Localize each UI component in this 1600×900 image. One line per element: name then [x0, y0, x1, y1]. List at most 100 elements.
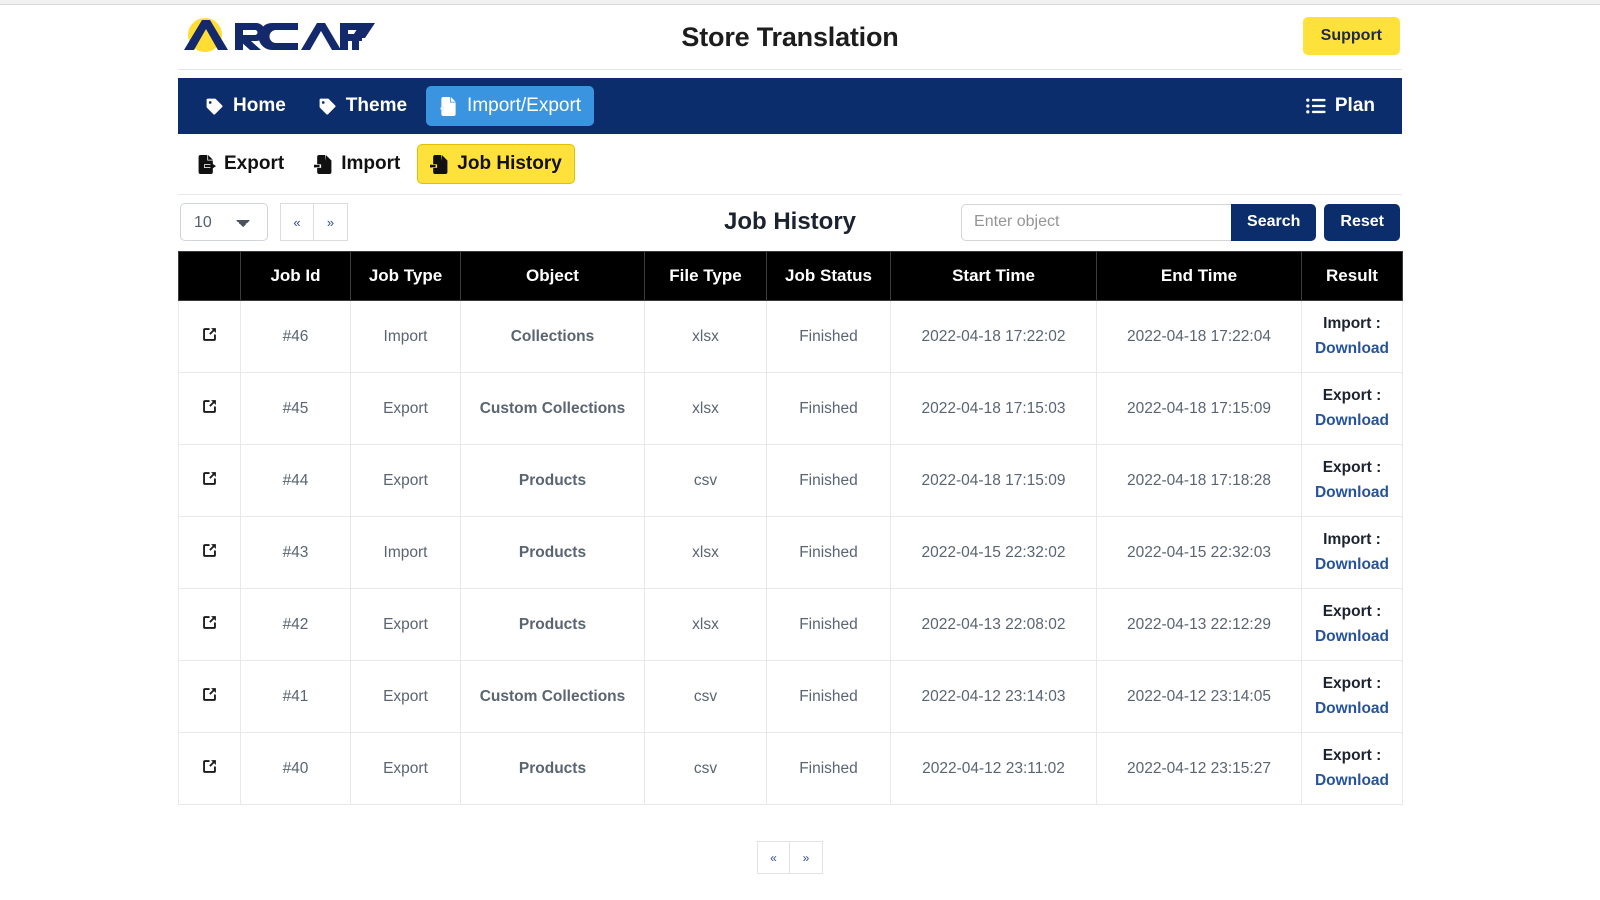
download-link[interactable]: Download — [1306, 481, 1398, 505]
col-job-type: Job Type — [351, 252, 461, 301]
table-row: #46ImportCollectionsxlsxFinished2022-04-… — [179, 301, 1403, 373]
download-link[interactable]: Download — [1306, 409, 1398, 433]
cell-end-time: 2022-04-18 17:22:04 — [1097, 301, 1302, 373]
cell-result: Import :Download — [1302, 301, 1403, 373]
main-nav-left: Home Theme — [192, 86, 594, 126]
cell-job-id: #43 — [241, 517, 351, 589]
cell-job-status: Finished — [767, 517, 891, 589]
cell-start-time: 2022-04-15 22:32:02 — [891, 517, 1097, 589]
external-link-icon[interactable] — [201, 398, 218, 420]
list-icon — [1306, 97, 1326, 115]
col-file-type: File Type — [645, 252, 767, 301]
tab-import[interactable]: Import — [301, 144, 413, 184]
result-label: Import : — [1306, 312, 1398, 336]
download-link[interactable]: Download — [1306, 697, 1398, 721]
col-end-time: End Time — [1097, 252, 1302, 301]
search-button[interactable]: Search — [1231, 204, 1316, 241]
file-import-icon — [430, 154, 449, 175]
cell-result: Export :Download — [1302, 445, 1403, 517]
cell-job-status: Finished — [767, 661, 891, 733]
top-pagination: « » — [280, 203, 348, 241]
per-page-select[interactable]: 10 — [180, 203, 268, 241]
cell-file-type: xlsx — [645, 517, 767, 589]
cell-result: Export :Download — [1302, 733, 1403, 805]
table-header-row: Job Id Job Type Object File Type Job Sta… — [179, 252, 1403, 301]
table-row: #42ExportProductsxlsxFinished2022-04-13 … — [179, 589, 1403, 661]
arcafy-logo[interactable] — [180, 14, 376, 60]
row-open-cell[interactable] — [179, 661, 241, 733]
cell-job-status: Finished — [767, 733, 891, 805]
bottom-next-page-button[interactable]: » — [790, 841, 823, 874]
table-header: Job Id Job Type Object File Type Job Sta… — [179, 252, 1403, 301]
external-link-icon[interactable] — [201, 542, 218, 564]
cell-job-status: Finished — [767, 373, 891, 445]
cell-end-time: 2022-04-18 17:15:09 — [1097, 373, 1302, 445]
app-content: Store Translation Support Home — [178, 5, 1402, 900]
result-label: Export : — [1306, 384, 1398, 408]
nav-item-plan-label: Plan — [1335, 95, 1375, 117]
search-input[interactable] — [961, 204, 1231, 241]
row-open-cell[interactable] — [179, 301, 241, 373]
nav-item-home[interactable]: Home — [192, 86, 299, 126]
col-object: Object — [461, 252, 645, 301]
nav-item-plan[interactable]: Plan — [1293, 86, 1388, 126]
cell-file-type: csv — [645, 733, 767, 805]
cell-start-time: 2022-04-12 23:14:03 — [891, 661, 1097, 733]
table-row: #41ExportCustom CollectionscsvFinished20… — [179, 661, 1403, 733]
cell-start-time: 2022-04-18 17:15:03 — [891, 373, 1097, 445]
tab-import-label: Import — [341, 153, 400, 175]
nav-item-home-label: Home — [233, 95, 286, 117]
bottom-pagination: « » — [178, 841, 1402, 874]
external-link-icon[interactable] — [201, 758, 218, 780]
top-next-page-button[interactable]: » — [314, 203, 348, 241]
cell-job-id: #44 — [241, 445, 351, 517]
download-link[interactable]: Download — [1306, 337, 1398, 361]
cell-object: Products — [461, 589, 645, 661]
file-import-icon — [439, 96, 458, 117]
table-row: #43ImportProductsxlsxFinished2022-04-15 … — [179, 517, 1403, 589]
col-result: Result — [1302, 252, 1403, 301]
nav-item-theme-label: Theme — [346, 95, 407, 117]
cell-object: Products — [461, 445, 645, 517]
cell-start-time: 2022-04-18 17:22:02 — [891, 301, 1097, 373]
bottom-prev-page-button[interactable]: « — [757, 841, 790, 874]
download-link[interactable]: Download — [1306, 769, 1398, 793]
main-nav-right: Plan — [1293, 86, 1388, 126]
cell-job-type: Export — [351, 733, 461, 805]
subtab-bar: Export Import — [178, 134, 1402, 195]
cell-job-type: Export — [351, 445, 461, 517]
cell-result: Export :Download — [1302, 661, 1403, 733]
cell-end-time: 2022-04-12 23:14:05 — [1097, 661, 1302, 733]
cell-job-id: #40 — [241, 733, 351, 805]
row-open-cell[interactable] — [179, 517, 241, 589]
tab-export[interactable]: Export — [184, 144, 297, 184]
support-button[interactable]: Support — [1303, 17, 1400, 55]
cell-file-type: xlsx — [645, 589, 767, 661]
cell-file-type: csv — [645, 661, 767, 733]
row-open-cell[interactable] — [179, 589, 241, 661]
row-open-cell[interactable] — [179, 733, 241, 805]
job-history-table: Job Id Job Type Object File Type Job Sta… — [178, 251, 1403, 805]
nav-item-theme[interactable]: Theme — [305, 86, 420, 126]
external-link-icon[interactable] — [201, 614, 218, 636]
search-group: Search Reset — [961, 204, 1400, 241]
nav-item-import-export-label: Import/Export — [467, 95, 581, 117]
top-prev-page-button[interactable]: « — [280, 203, 314, 241]
download-link[interactable]: Download — [1306, 553, 1398, 577]
external-link-icon[interactable] — [201, 326, 218, 348]
cell-job-id: #42 — [241, 589, 351, 661]
cell-object: Products — [461, 517, 645, 589]
external-link-icon[interactable] — [201, 470, 218, 492]
cell-job-id: #45 — [241, 373, 351, 445]
tab-job-history[interactable]: Job History — [417, 144, 575, 184]
reset-button[interactable]: Reset — [1324, 204, 1400, 241]
nav-item-import-export[interactable]: Import/Export — [426, 86, 594, 126]
cell-file-type: xlsx — [645, 301, 767, 373]
row-open-cell[interactable] — [179, 373, 241, 445]
row-open-cell[interactable] — [179, 445, 241, 517]
col-start-time: Start Time — [891, 252, 1097, 301]
cell-job-status: Finished — [767, 589, 891, 661]
external-link-icon[interactable] — [201, 686, 218, 708]
result-label: Import : — [1306, 528, 1398, 552]
download-link[interactable]: Download — [1306, 625, 1398, 649]
